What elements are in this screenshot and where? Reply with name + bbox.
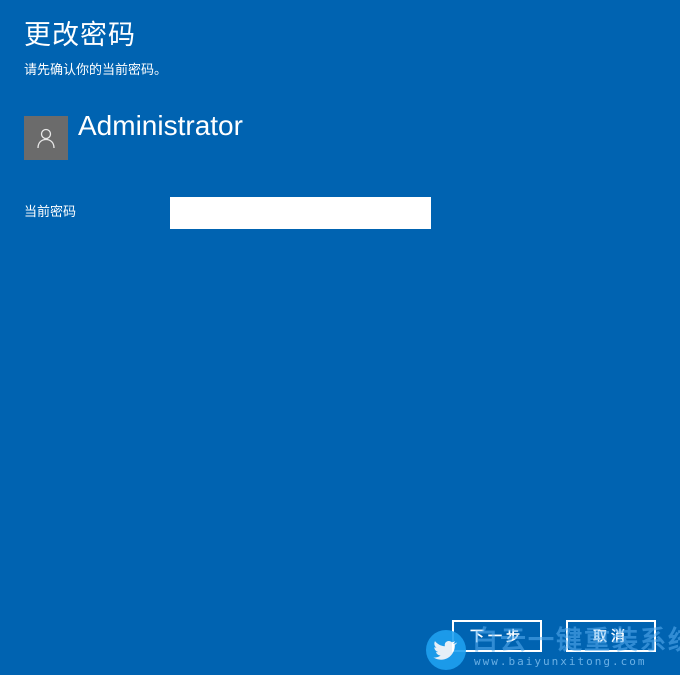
watermark-url: www.baiyunxitong.com bbox=[474, 655, 647, 668]
account-username: Administrator bbox=[78, 110, 243, 141]
avatar bbox=[24, 116, 68, 160]
current-password-row: 当前密码 bbox=[24, 197, 444, 229]
next-button[interactable]: 下一步 bbox=[452, 620, 542, 652]
user-icon bbox=[37, 128, 55, 149]
current-password-label: 当前密码 bbox=[24, 205, 77, 220]
page-subtitle: 请先确认你的当前密码。 bbox=[24, 63, 168, 78]
page-title: 更改密码 bbox=[24, 20, 136, 51]
account-info: Administrator bbox=[24, 108, 243, 162]
cancel-button[interactable]: 取消 bbox=[566, 620, 656, 652]
current-password-field[interactable] bbox=[170, 197, 431, 229]
